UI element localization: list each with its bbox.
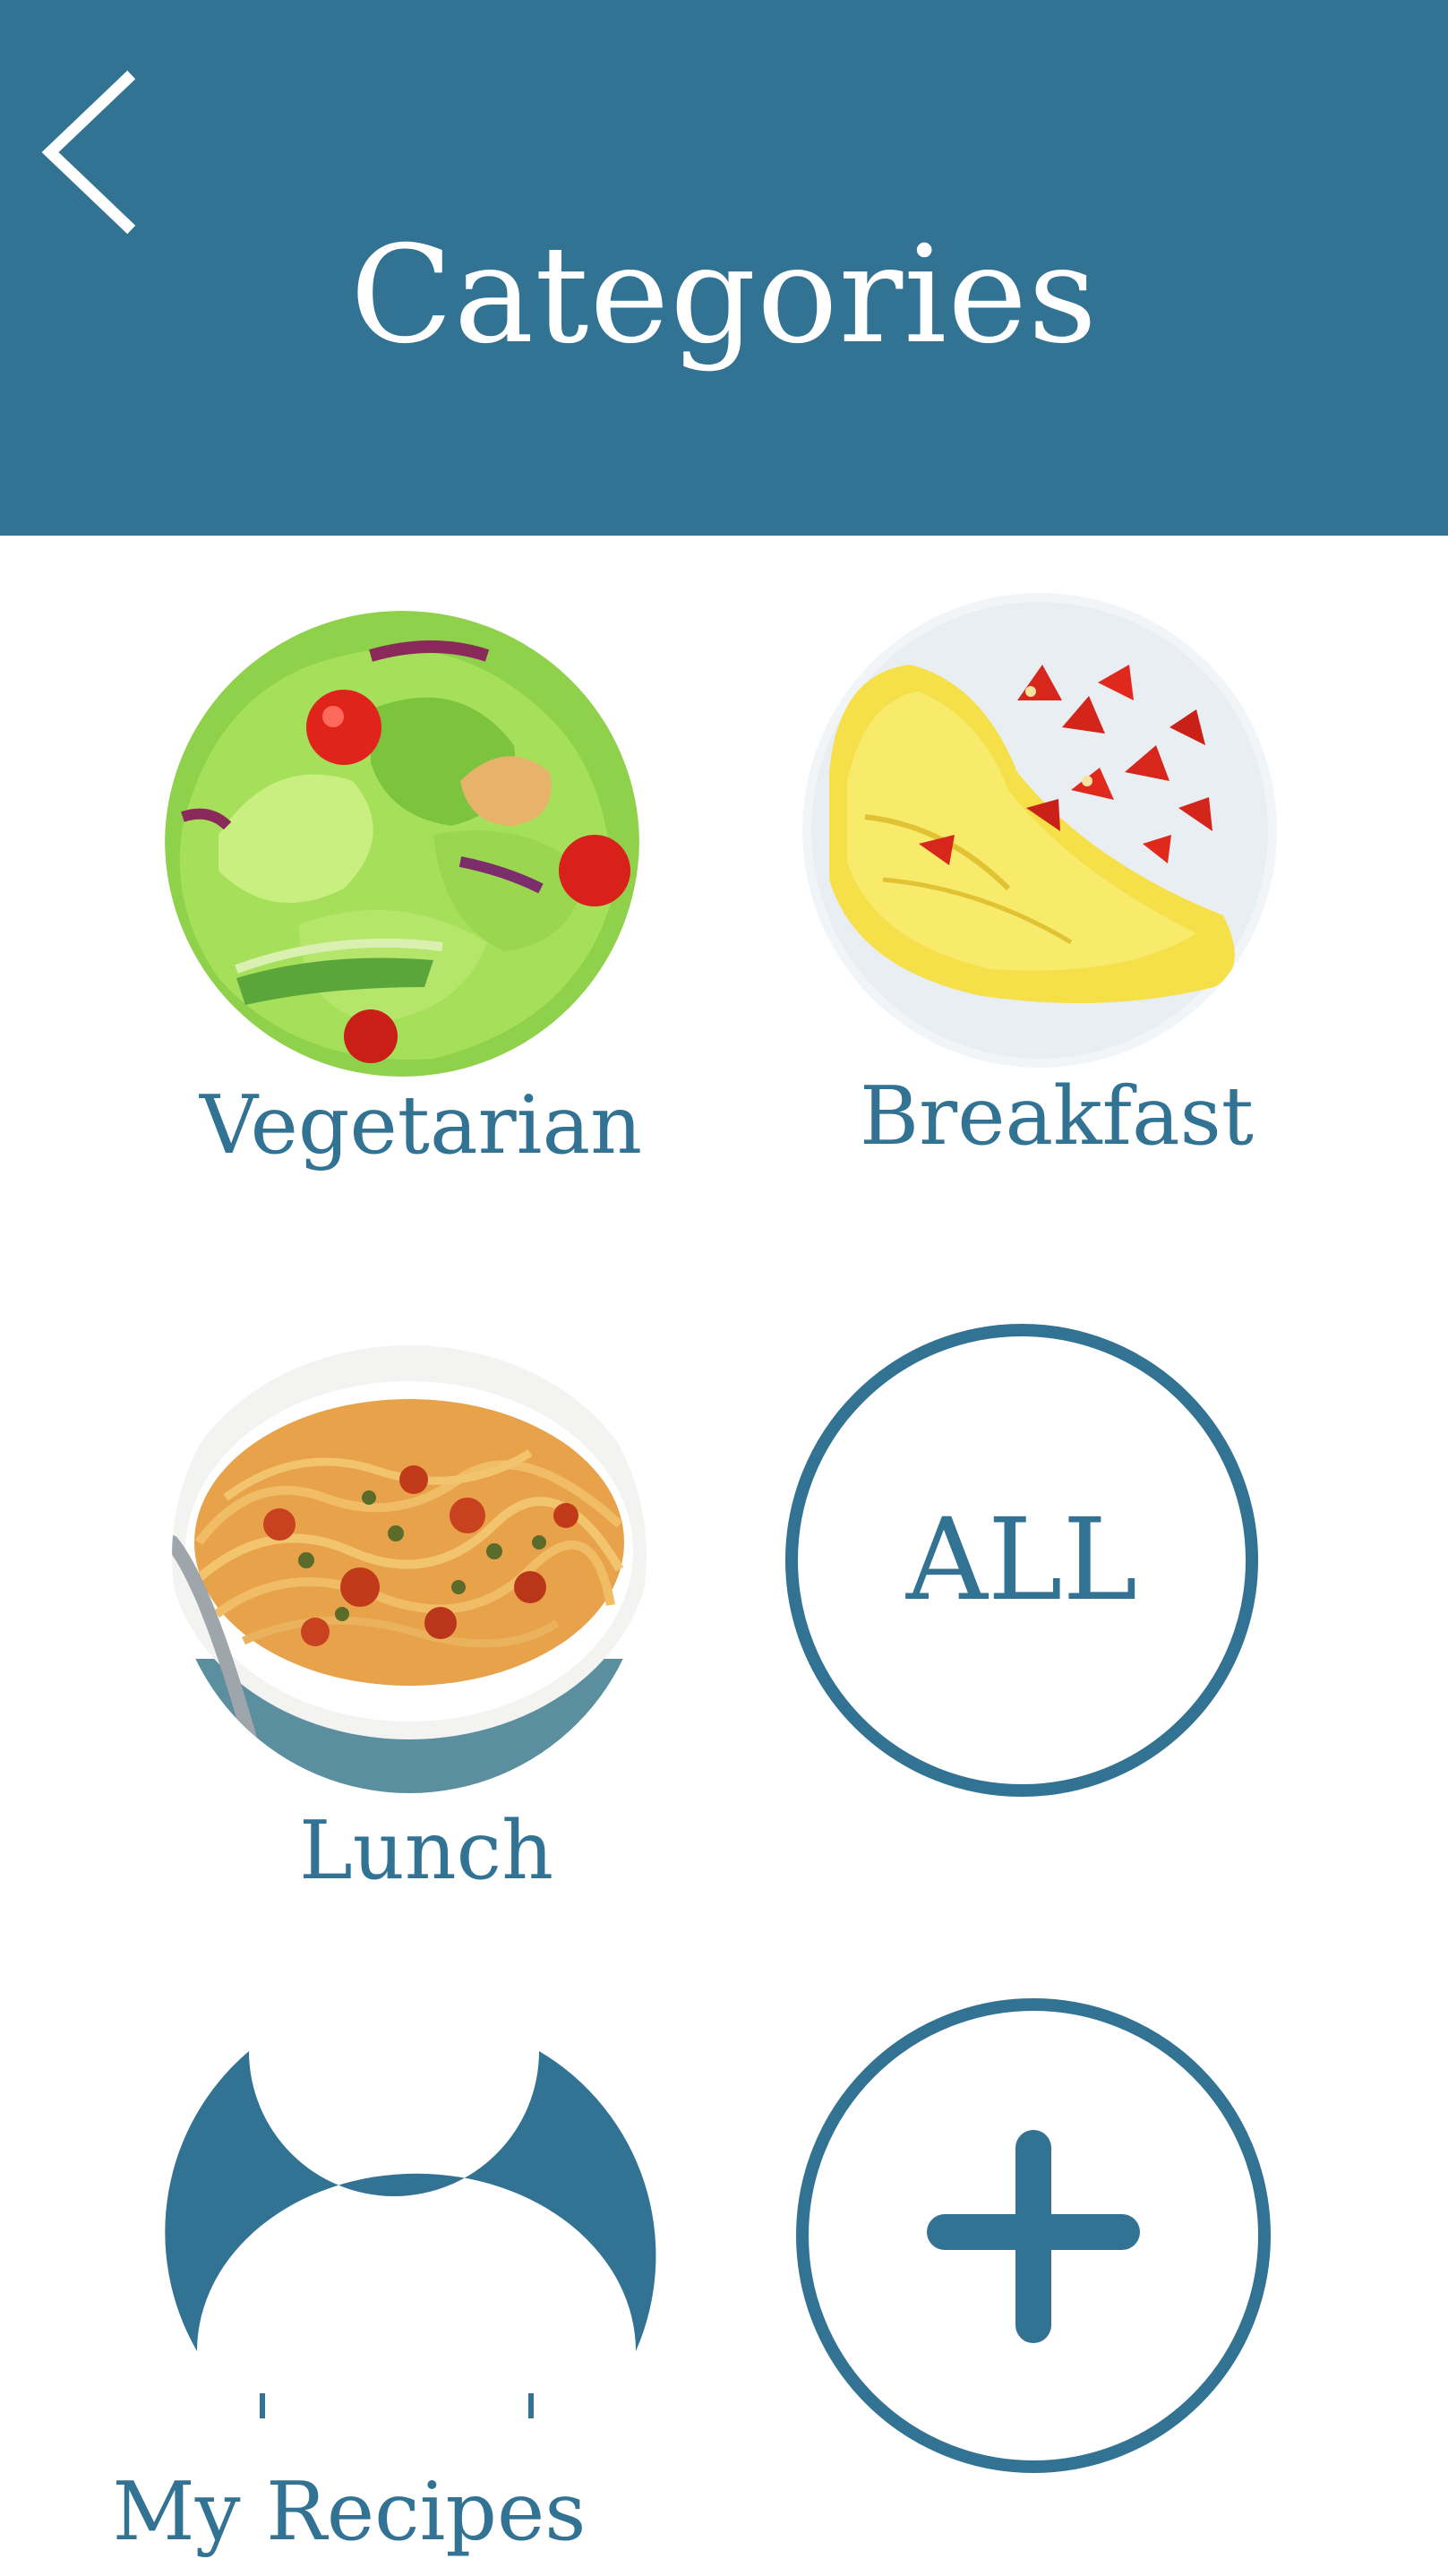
chef-hat-icon <box>165 2051 656 2418</box>
header-bar: Categories <box>0 0 1448 536</box>
breakfast-omelette-image <box>802 593 1277 1068</box>
category-breakfast[interactable]: Breakfast <box>779 593 1334 1184</box>
add-category-button[interactable] <box>795 1997 1272 2474</box>
category-my-recipes[interactable]: My Recipes <box>113 2042 690 2576</box>
vegetarian-salad-image <box>165 602 639 1077</box>
category-label: Lunch <box>298 1804 554 1898</box>
lunch-spaghetti-image <box>172 1318 647 1793</box>
all-label: ALL <box>905 1494 1138 1626</box>
category-vegetarian[interactable]: Vegetarian <box>143 602 698 1193</box>
category-lunch[interactable]: Lunch <box>149 1318 704 1928</box>
category-all[interactable]: ALL <box>784 1323 1259 1798</box>
category-label: My Recipes <box>112 2465 587 2559</box>
category-label: Breakfast <box>860 1069 1254 1163</box>
category-label: Vegetarian <box>199 1078 643 1172</box>
page-title: Categories <box>350 218 1098 374</box>
plus-icon <box>796 1998 1271 2473</box>
categories-screen: Categories Vegetarian Breakfast Lunch AL… <box>0 0 1448 2576</box>
